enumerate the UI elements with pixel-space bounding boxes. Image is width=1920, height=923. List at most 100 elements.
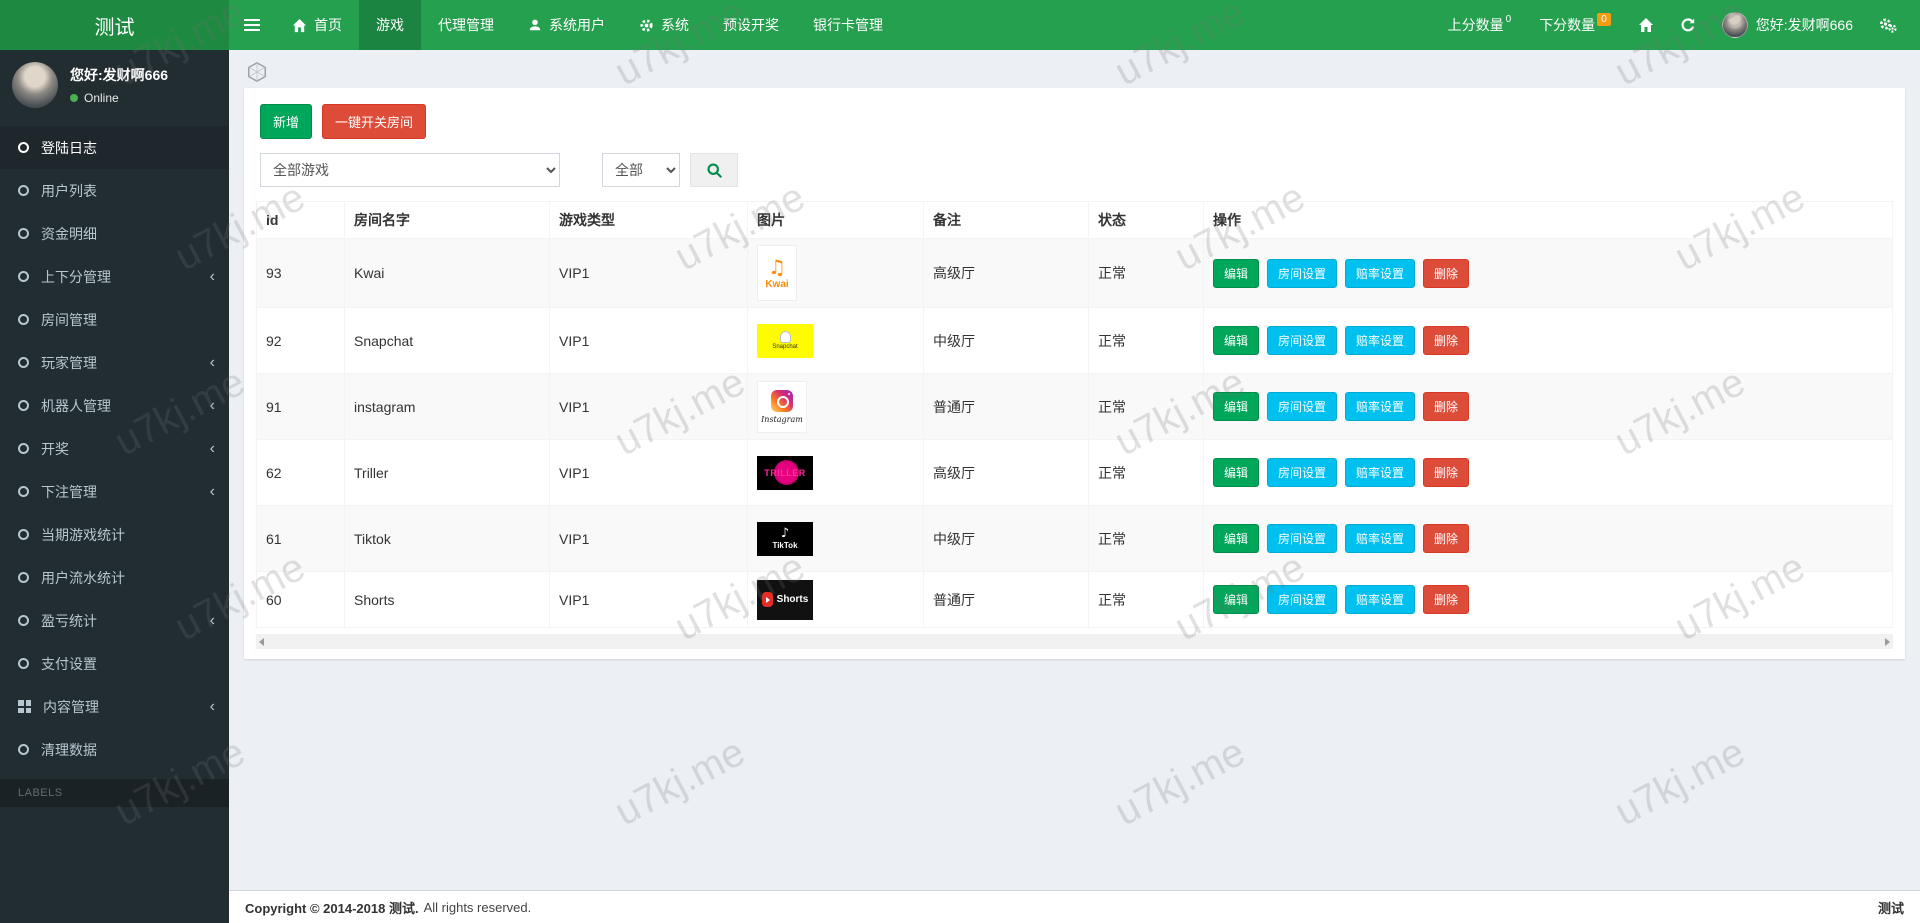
sidebar-item-lottery[interactable]: 开奖 ‹ [0, 427, 229, 470]
rooms-table: id 房间名字 游戏类型 图片 备注 状态 操作 93 Kwai VIP1 ♫K… [256, 201, 1893, 628]
cell-room-name: Kwai [345, 239, 550, 308]
sidebar-item-funds-detail[interactable]: 资金明细 [0, 212, 229, 255]
footer-rights: All rights reserved. [424, 900, 532, 915]
cell-remark: 普通厅 [924, 572, 1089, 628]
circle-icon [18, 400, 29, 411]
sidebar-item-content-manage[interactable]: 内容管理 ‹ [0, 685, 229, 728]
circle-icon [18, 185, 29, 196]
delete-button[interactable]: 删除 [1423, 392, 1469, 421]
sidebar-item-profit-stats[interactable]: 盈亏统计 ‹ [0, 599, 229, 642]
col-header-id: id [257, 202, 345, 239]
delete-button[interactable]: 删除 [1423, 458, 1469, 487]
delete-button[interactable]: 删除 [1423, 524, 1469, 553]
odds-settings-button[interactable]: 赔率设置 [1345, 524, 1415, 553]
room-settings-button[interactable]: 房间设置 [1267, 392, 1337, 421]
cell-status: 正常 [1089, 308, 1204, 374]
scope-filter-select[interactable]: 全部 [602, 153, 680, 187]
room-settings-button[interactable]: 房间设置 [1267, 326, 1337, 355]
delete-button[interactable]: 删除 [1423, 259, 1469, 288]
kwai-logo: ♫Kwai [757, 245, 797, 301]
odds-settings-button[interactable]: 赔率设置 [1345, 392, 1415, 421]
brand-title[interactable]: 测试 [0, 0, 229, 50]
circle-icon [18, 615, 29, 626]
user-icon [528, 18, 542, 32]
room-settings-button[interactable]: 房间设置 [1267, 524, 1337, 553]
delete-button[interactable]: 删除 [1423, 326, 1469, 355]
tiktok-logo: ♪TikTok [757, 522, 813, 556]
score-up-badge: 0 [1506, 14, 1512, 25]
col-header-game-type: 游戏类型 [550, 202, 748, 239]
score-up-link[interactable]: 上分数量0 [1434, 0, 1526, 50]
sidebar-item-user-list[interactable]: 用户列表 [0, 169, 229, 212]
home-shortcut-button[interactable] [1625, 0, 1667, 50]
home-icon [292, 18, 307, 33]
sidebar-item-robot-manage[interactable]: 机器人管理 ‹ [0, 384, 229, 427]
cell-status: 正常 [1089, 572, 1204, 628]
circle-icon [18, 529, 29, 540]
cell-id: 93 [257, 239, 345, 308]
sidebar-item-room-manage[interactable]: 房间管理 [0, 298, 229, 341]
edit-button[interactable]: 编辑 [1213, 392, 1259, 421]
table-header-row: id 房间名字 游戏类型 图片 备注 状态 操作 [257, 202, 1893, 239]
sidebar-item-current-game-stats[interactable]: 当期游戏统计 [0, 513, 229, 556]
odds-settings-button[interactable]: 赔率设置 [1345, 585, 1415, 614]
sidebar-toggle-button[interactable] [229, 0, 275, 50]
room-settings-button[interactable]: 房间设置 [1267, 259, 1337, 288]
scroll-left-arrow[interactable] [259, 638, 264, 646]
horizontal-scrollbar[interactable] [256, 634, 1893, 649]
sidebar-item-score-manage[interactable]: 上下分管理 ‹ [0, 255, 229, 298]
nav-item-home[interactable]: 首页 [275, 0, 359, 50]
odds-settings-button[interactable]: 赔率设置 [1345, 259, 1415, 288]
game-filter-select[interactable]: 全部游戏 [260, 153, 560, 187]
nav-item-system-users[interactable]: 系统用户 [511, 0, 622, 50]
add-button[interactable]: 新增 [260, 104, 312, 139]
nav-item-system[interactable]: 系统 [622, 0, 706, 50]
nav-item-games[interactable]: 游戏 [359, 0, 421, 50]
content-wrapper: 新增 一键开关房间 全部游戏 全部 id 房间名字 游戏类型 [229, 50, 1920, 923]
col-header-actions: 操作 [1204, 202, 1893, 239]
circle-icon [18, 486, 29, 497]
refresh-button[interactable] [1667, 0, 1709, 50]
cell-status: 正常 [1089, 374, 1204, 440]
cell-remark: 中级厅 [924, 308, 1089, 374]
cell-id: 60 [257, 572, 345, 628]
nav-item-preset-draw[interactable]: 预设开奖 [706, 0, 796, 50]
edit-button[interactable]: 编辑 [1213, 458, 1259, 487]
cell-status: 正常 [1089, 440, 1204, 506]
room-settings-button[interactable]: 房间设置 [1267, 585, 1337, 614]
search-button[interactable] [690, 153, 738, 187]
circle-icon [18, 658, 29, 669]
sidebar-item-player-manage[interactable]: 玩家管理 ‹ [0, 341, 229, 384]
ghost-icon [780, 331, 791, 343]
chevron-left-icon: ‹ [210, 441, 215, 457]
sidebar-user-status[interactable]: Online [70, 91, 168, 105]
delete-button[interactable]: 删除 [1423, 585, 1469, 614]
odds-settings-button[interactable]: 赔率设置 [1345, 458, 1415, 487]
circle-icon [18, 443, 29, 454]
cell-id: 62 [257, 440, 345, 506]
cell-id: 92 [257, 308, 345, 374]
edit-button[interactable]: 编辑 [1213, 259, 1259, 288]
sidebar-item-bet-manage[interactable]: 下注管理 ‹ [0, 470, 229, 513]
edit-button[interactable]: 编辑 [1213, 585, 1259, 614]
user-menu[interactable]: 您好:发财啊666 [1709, 0, 1866, 50]
control-settings-button[interactable] [1866, 0, 1910, 50]
sidebar-item-login-log[interactable]: 登陆日志 [0, 126, 229, 169]
nav-item-bankcard-manage[interactable]: 银行卡管理 [796, 0, 900, 50]
score-down-link[interactable]: 下分数量0 [1525, 0, 1625, 50]
sidebar-item-clean-data[interactable]: 清理数据 [0, 728, 229, 771]
sidebar-item-user-flow-stats[interactable]: 用户流水统计 [0, 556, 229, 599]
room-settings-button[interactable]: 房间设置 [1267, 458, 1337, 487]
odds-settings-button[interactable]: 赔率设置 [1345, 326, 1415, 355]
nav-item-agent-manage[interactable]: 代理管理 [421, 0, 511, 50]
chevron-left-icon: ‹ [210, 699, 215, 715]
scroll-right-arrow[interactable] [1885, 638, 1890, 646]
toggle-rooms-button[interactable]: 一键开关房间 [322, 104, 426, 139]
cell-room-name: Triller [345, 440, 550, 506]
sidebar-item-payment-settings[interactable]: 支付设置 [0, 642, 229, 685]
edit-button[interactable]: 编辑 [1213, 524, 1259, 553]
circle-icon [18, 357, 29, 368]
cell-status: 正常 [1089, 506, 1204, 572]
edit-button[interactable]: 编辑 [1213, 326, 1259, 355]
chevron-left-icon: ‹ [210, 613, 215, 629]
